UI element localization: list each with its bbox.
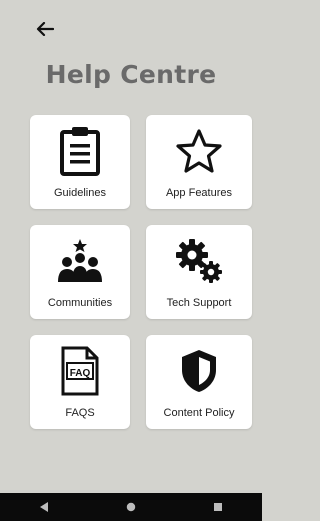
app-features-card[interactable]: App Features [146, 115, 252, 209]
system-nav-bar [0, 493, 262, 521]
card-label: App Features [165, 187, 233, 199]
card-label: Content Policy [163, 407, 235, 419]
faq-document-icon: FAQ [30, 345, 130, 397]
nav-back-icon [39, 502, 48, 512]
gears-icon [146, 235, 252, 287]
nav-back-button[interactable] [24, 493, 64, 521]
nav-recents-icon [214, 503, 223, 511]
svg-text:FAQ: FAQ [70, 368, 91, 379]
clipboard-icon [30, 125, 130, 177]
page-title: Help Centre [45, 60, 217, 89]
group-icon [30, 235, 130, 287]
card-label: Tech Support [166, 297, 232, 309]
card-label: Communities [47, 297, 113, 309]
star-icon [146, 125, 252, 177]
card-label: Guidelines [54, 187, 106, 199]
card-label: FAQS [65, 407, 95, 419]
tech-support-card[interactable]: Tech Support [146, 225, 252, 319]
arrow-left-icon [36, 22, 54, 36]
faqs-card[interactable]: FAQ FAQS [30, 335, 130, 429]
nav-home-icon [126, 502, 136, 512]
help-grid: Guidelines App Features Communities Tech… [30, 115, 252, 429]
guidelines-card[interactable]: Guidelines [30, 115, 130, 209]
nav-home-button[interactable] [111, 493, 151, 521]
back-button[interactable] [34, 18, 56, 40]
nav-recents-button[interactable] [198, 493, 238, 521]
communities-card[interactable]: Communities [30, 225, 130, 319]
content-policy-card[interactable]: Content Policy [146, 335, 252, 429]
shield-icon [146, 345, 252, 397]
